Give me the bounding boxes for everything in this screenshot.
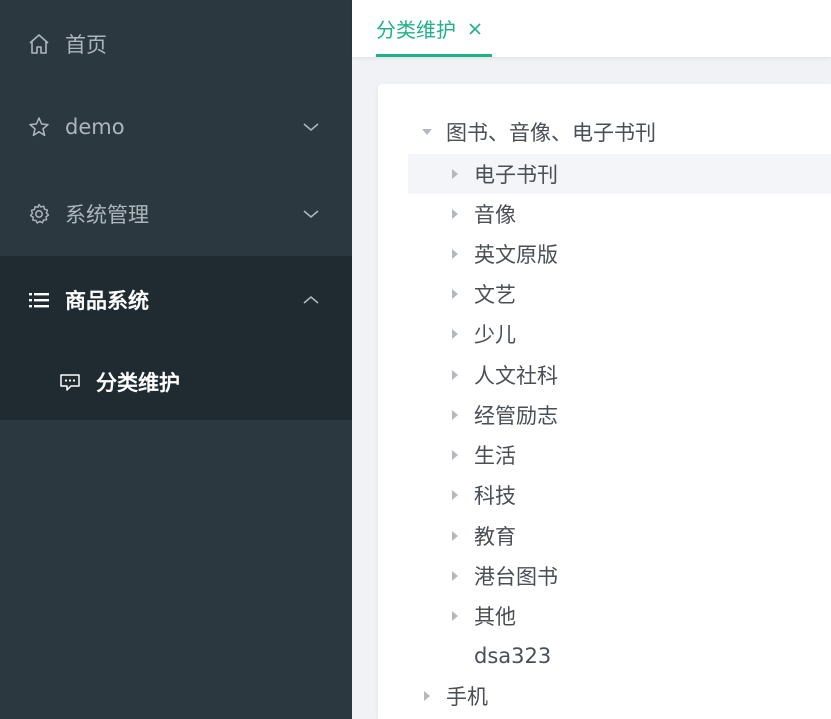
- tree-node-label: 生活: [474, 444, 516, 468]
- caret-right-icon[interactable]: [448, 609, 462, 623]
- sidebar: 首页 demo 系统管理 商品系统 分类维护: [0, 0, 352, 719]
- tree-node[interactable]: 港台图书: [408, 556, 831, 596]
- sidebar-item-goods[interactable]: 商品系统: [0, 256, 352, 343]
- tree-node[interactable]: 经管励志: [408, 395, 831, 435]
- close-icon[interactable]: [468, 22, 482, 36]
- home-icon: [27, 32, 51, 56]
- sidebar-item-label: 系统管理: [65, 202, 149, 227]
- caret-right-icon[interactable]: [448, 247, 462, 261]
- caret-down-icon[interactable]: [420, 125, 434, 139]
- tree-node-label: 科技: [474, 484, 516, 508]
- tab-active-indicator: [376, 54, 492, 57]
- caret-right-icon[interactable]: [448, 408, 462, 422]
- tree-node[interactable]: 其他: [408, 596, 831, 636]
- tree-node-label: 经管励志: [474, 404, 558, 428]
- caret-right-icon[interactable]: [448, 368, 462, 382]
- tree-node-label: 其他: [474, 605, 516, 629]
- submenu: 分类维护: [0, 343, 352, 420]
- tree-node-label: 人文社科: [474, 364, 558, 388]
- caret-right-icon[interactable]: [448, 327, 462, 341]
- list-icon: [27, 288, 51, 312]
- tree-node-label: 音像: [474, 203, 516, 227]
- tree-node-label: 电子书刊: [474, 163, 558, 187]
- tree-node-label: 少儿: [474, 323, 516, 347]
- caret-right-icon[interactable]: [448, 569, 462, 583]
- tree-node-label: 英文原版: [474, 243, 558, 267]
- caret-right-icon[interactable]: [448, 167, 462, 181]
- tree-node[interactable]: 教育: [408, 516, 831, 556]
- tree-node[interactable]: 生活: [408, 435, 831, 475]
- sidebar-subitem-label: 分类维护: [96, 370, 180, 395]
- gear-icon: [27, 202, 51, 226]
- chat-icon: [58, 370, 82, 394]
- tree-node[interactable]: 英文原版: [408, 234, 831, 274]
- chevron-down-icon: [302, 204, 320, 222]
- tree-node[interactable]: 科技: [408, 475, 831, 515]
- tree-node-root[interactable]: 手机: [408, 676, 831, 716]
- tree-node[interactable]: dsa323: [408, 636, 831, 676]
- tree-node-label: 手机: [446, 685, 488, 709]
- sidebar-item-label: 首页: [65, 32, 107, 57]
- sidebar-item-demo[interactable]: demo: [0, 83, 352, 170]
- tree-node-label: dsa323: [474, 644, 552, 668]
- tree-node-label: 教育: [474, 525, 516, 549]
- tree-node-label: 图书、音像、电子书刊: [446, 121, 656, 145]
- sidebar-item-label: demo: [65, 114, 125, 139]
- category-tree-card: 图书、音像、电子书刊 电子书刊 音像 英文原版 文艺 少儿 人文社科 经管励志 …: [378, 84, 831, 719]
- tree-node-label: 文艺: [474, 283, 516, 307]
- caret-right-icon[interactable]: [448, 529, 462, 543]
- chevron-down-icon: [302, 117, 320, 135]
- caret-right-icon[interactable]: [420, 689, 434, 703]
- tree-node[interactable]: 人文社科: [408, 355, 831, 395]
- caret-right-icon[interactable]: [448, 207, 462, 221]
- tab-label: 分类维护: [376, 18, 456, 42]
- sidebar-item-home[interactable]: 首页: [0, 0, 352, 87]
- tree-node[interactable]: 电子书刊: [408, 154, 831, 194]
- tree-node-root[interactable]: 图书、音像、电子书刊: [408, 112, 831, 152]
- tree-node-label: 港台图书: [474, 565, 558, 589]
- tab-category[interactable]: 分类维护: [376, 0, 492, 57]
- chevron-up-icon: [302, 290, 320, 308]
- tree-node[interactable]: 文艺: [408, 274, 831, 314]
- caret-right-icon[interactable]: [448, 488, 462, 502]
- star-icon: [27, 115, 51, 139]
- caret-right-icon[interactable]: [448, 287, 462, 301]
- sidebar-item-system[interactable]: 系统管理: [0, 170, 352, 257]
- tree-node[interactable]: 音像: [408, 194, 831, 234]
- tab-bar: 分类维护: [352, 0, 831, 57]
- sidebar-item-label: 商品系统: [65, 288, 149, 313]
- tree-node[interactable]: 少儿: [408, 314, 831, 354]
- sidebar-subitem-category[interactable]: 分类维护: [0, 343, 352, 420]
- caret-right-icon[interactable]: [448, 448, 462, 462]
